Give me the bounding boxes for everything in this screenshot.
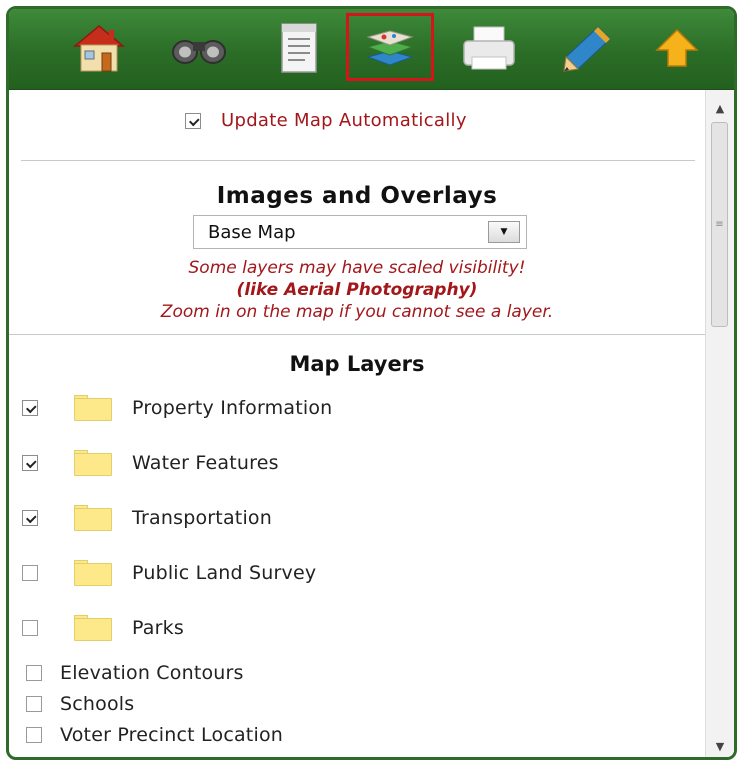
update-map-label: Update Map Automatically <box>221 110 467 131</box>
up-arrow-icon <box>655 26 699 70</box>
print-button[interactable] <box>449 17 529 79</box>
layer-label: Property Information <box>132 397 333 419</box>
layer-checkbox[interactable] <box>26 665 42 681</box>
layer-label: Transportation <box>132 507 272 529</box>
printer-icon <box>460 23 518 73</box>
layer-group-property-information[interactable]: Property Information <box>22 395 333 421</box>
layer-elevation-contours[interactable]: Elevation Contours <box>26 662 244 684</box>
layer-checkbox[interactable] <box>22 565 38 581</box>
search-button[interactable] <box>159 17 239 79</box>
layer-checkbox[interactable] <box>22 510 38 526</box>
layers-panel: Update Map Automatically Images and Over… <box>6 6 737 760</box>
update-map-checkbox[interactable] <box>185 112 201 129</box>
visibility-note: Some layers may have scaled visibility! <box>188 258 526 278</box>
zoom-note: Zoom in on the map if you cannot see a l… <box>160 302 554 322</box>
layer-group-public-land-survey[interactable]: Public Land Survey <box>22 560 317 586</box>
folder-icon[interactable] <box>74 505 112 531</box>
layer-checkbox[interactable] <box>22 620 38 636</box>
basemap-select[interactable]: Base Map ▼ <box>193 215 527 249</box>
layers-icon <box>364 25 416 69</box>
layer-label: Voter Precinct Location <box>60 724 284 746</box>
scroll-up-icon[interactable]: ▲ <box>706 96 734 120</box>
draw-button[interactable] <box>547 17 627 79</box>
binoculars-icon <box>171 28 227 68</box>
layer-label: Water Features <box>132 452 279 474</box>
divider <box>21 160 695 161</box>
document-icon <box>279 21 319 75</box>
chevron-down-icon[interactable]: ▼ <box>488 221 520 243</box>
images-overlays-title: Images and Overlays <box>216 183 498 209</box>
layer-label: Parks <box>132 617 184 639</box>
basemap-select-value: Base Map <box>208 221 296 243</box>
layer-group-water-features[interactable]: Water Features <box>22 450 279 476</box>
folder-icon[interactable] <box>74 615 112 641</box>
home-button[interactable] <box>59 17 139 79</box>
panel-content: Update Map Automatically Images and Over… <box>9 90 705 757</box>
update-map-row[interactable]: Update Map Automatically <box>185 110 467 131</box>
layer-checkbox[interactable] <box>22 400 38 416</box>
layer-label: Elevation Contours <box>60 662 244 684</box>
collapse-button[interactable] <box>637 17 717 79</box>
scrollbar-thumb[interactable]: ≡ <box>711 122 728 327</box>
layer-label: Public Land Survey <box>132 562 317 584</box>
home-icon <box>71 22 127 74</box>
report-button[interactable] <box>259 17 339 79</box>
map-layers-title: Map Layers <box>289 352 425 376</box>
layer-checkbox[interactable] <box>26 696 42 712</box>
layer-group-transportation[interactable]: Transportation <box>22 505 272 531</box>
divider <box>9 334 705 335</box>
folder-icon[interactable] <box>74 450 112 476</box>
folder-icon[interactable] <box>74 395 112 421</box>
toolbar <box>9 9 734 90</box>
scroll-down-icon[interactable]: ▼ <box>706 734 734 757</box>
vertical-scrollbar[interactable]: ▲ ≡ ▼ <box>705 90 734 757</box>
layer-schools[interactable]: Schools <box>26 693 134 715</box>
layers-button[interactable] <box>346 13 434 81</box>
layer-checkbox[interactable] <box>26 727 42 743</box>
visibility-note-example: (like Aerial Photography) <box>236 280 478 300</box>
layer-label: Schools <box>60 693 135 715</box>
folder-icon[interactable] <box>74 560 112 586</box>
layer-checkbox[interactable] <box>22 455 38 471</box>
pencil-icon <box>560 23 614 73</box>
layer-voter-precinct-location[interactable]: Voter Precinct Location <box>26 724 283 746</box>
layer-group-parks[interactable]: Parks <box>22 615 184 641</box>
